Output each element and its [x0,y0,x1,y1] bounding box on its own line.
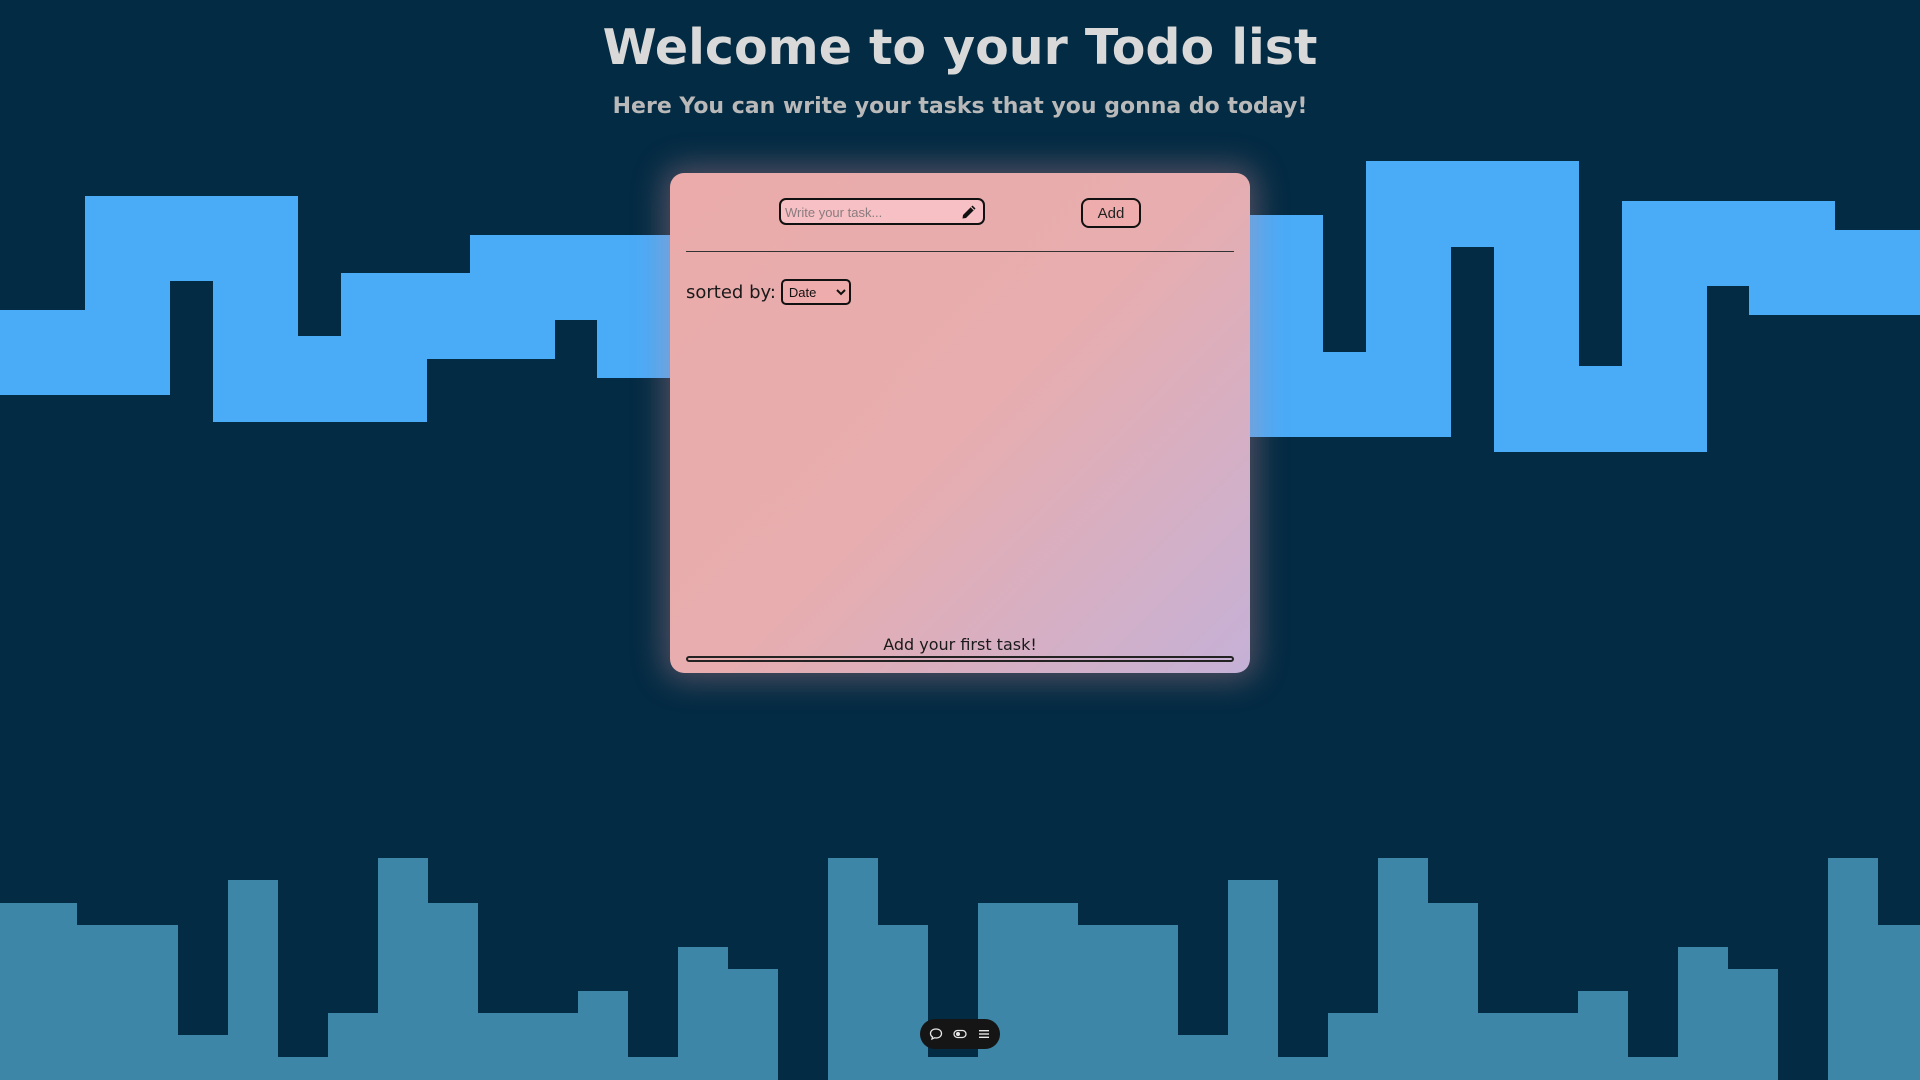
sort-select[interactable]: Date [780,279,851,305]
sort-label: sorted by: [686,281,776,303]
divider [686,251,1234,252]
empty-task-message: Add your first task! [883,635,1037,654]
toggle-icon[interactable] [952,1026,968,1042]
floating-toolbar [920,1019,1000,1049]
task-input[interactable] [785,202,955,222]
comment-icon[interactable] [928,1026,944,1042]
sort-row: sorted by: Date [686,278,851,306]
progress-bar [686,656,1234,662]
page-subtitle: Here You can write your tasks that you g… [612,94,1308,119]
pencil-icon[interactable] [961,204,977,220]
task-input-container[interactable] [779,198,985,225]
page-title: Welcome to your Todo list [602,19,1318,76]
menu-icon[interactable] [976,1026,992,1042]
page-header: Welcome to your Todo list Here You can w… [0,0,1920,122]
task-input-row: Add [779,198,1141,228]
add-task-button[interactable]: Add [1081,198,1141,228]
top-wave-shape-right [1230,161,1920,452]
todo-card: Add sorted by: Date Add your first task! [670,173,1250,673]
top-wave-shape [0,196,690,422]
